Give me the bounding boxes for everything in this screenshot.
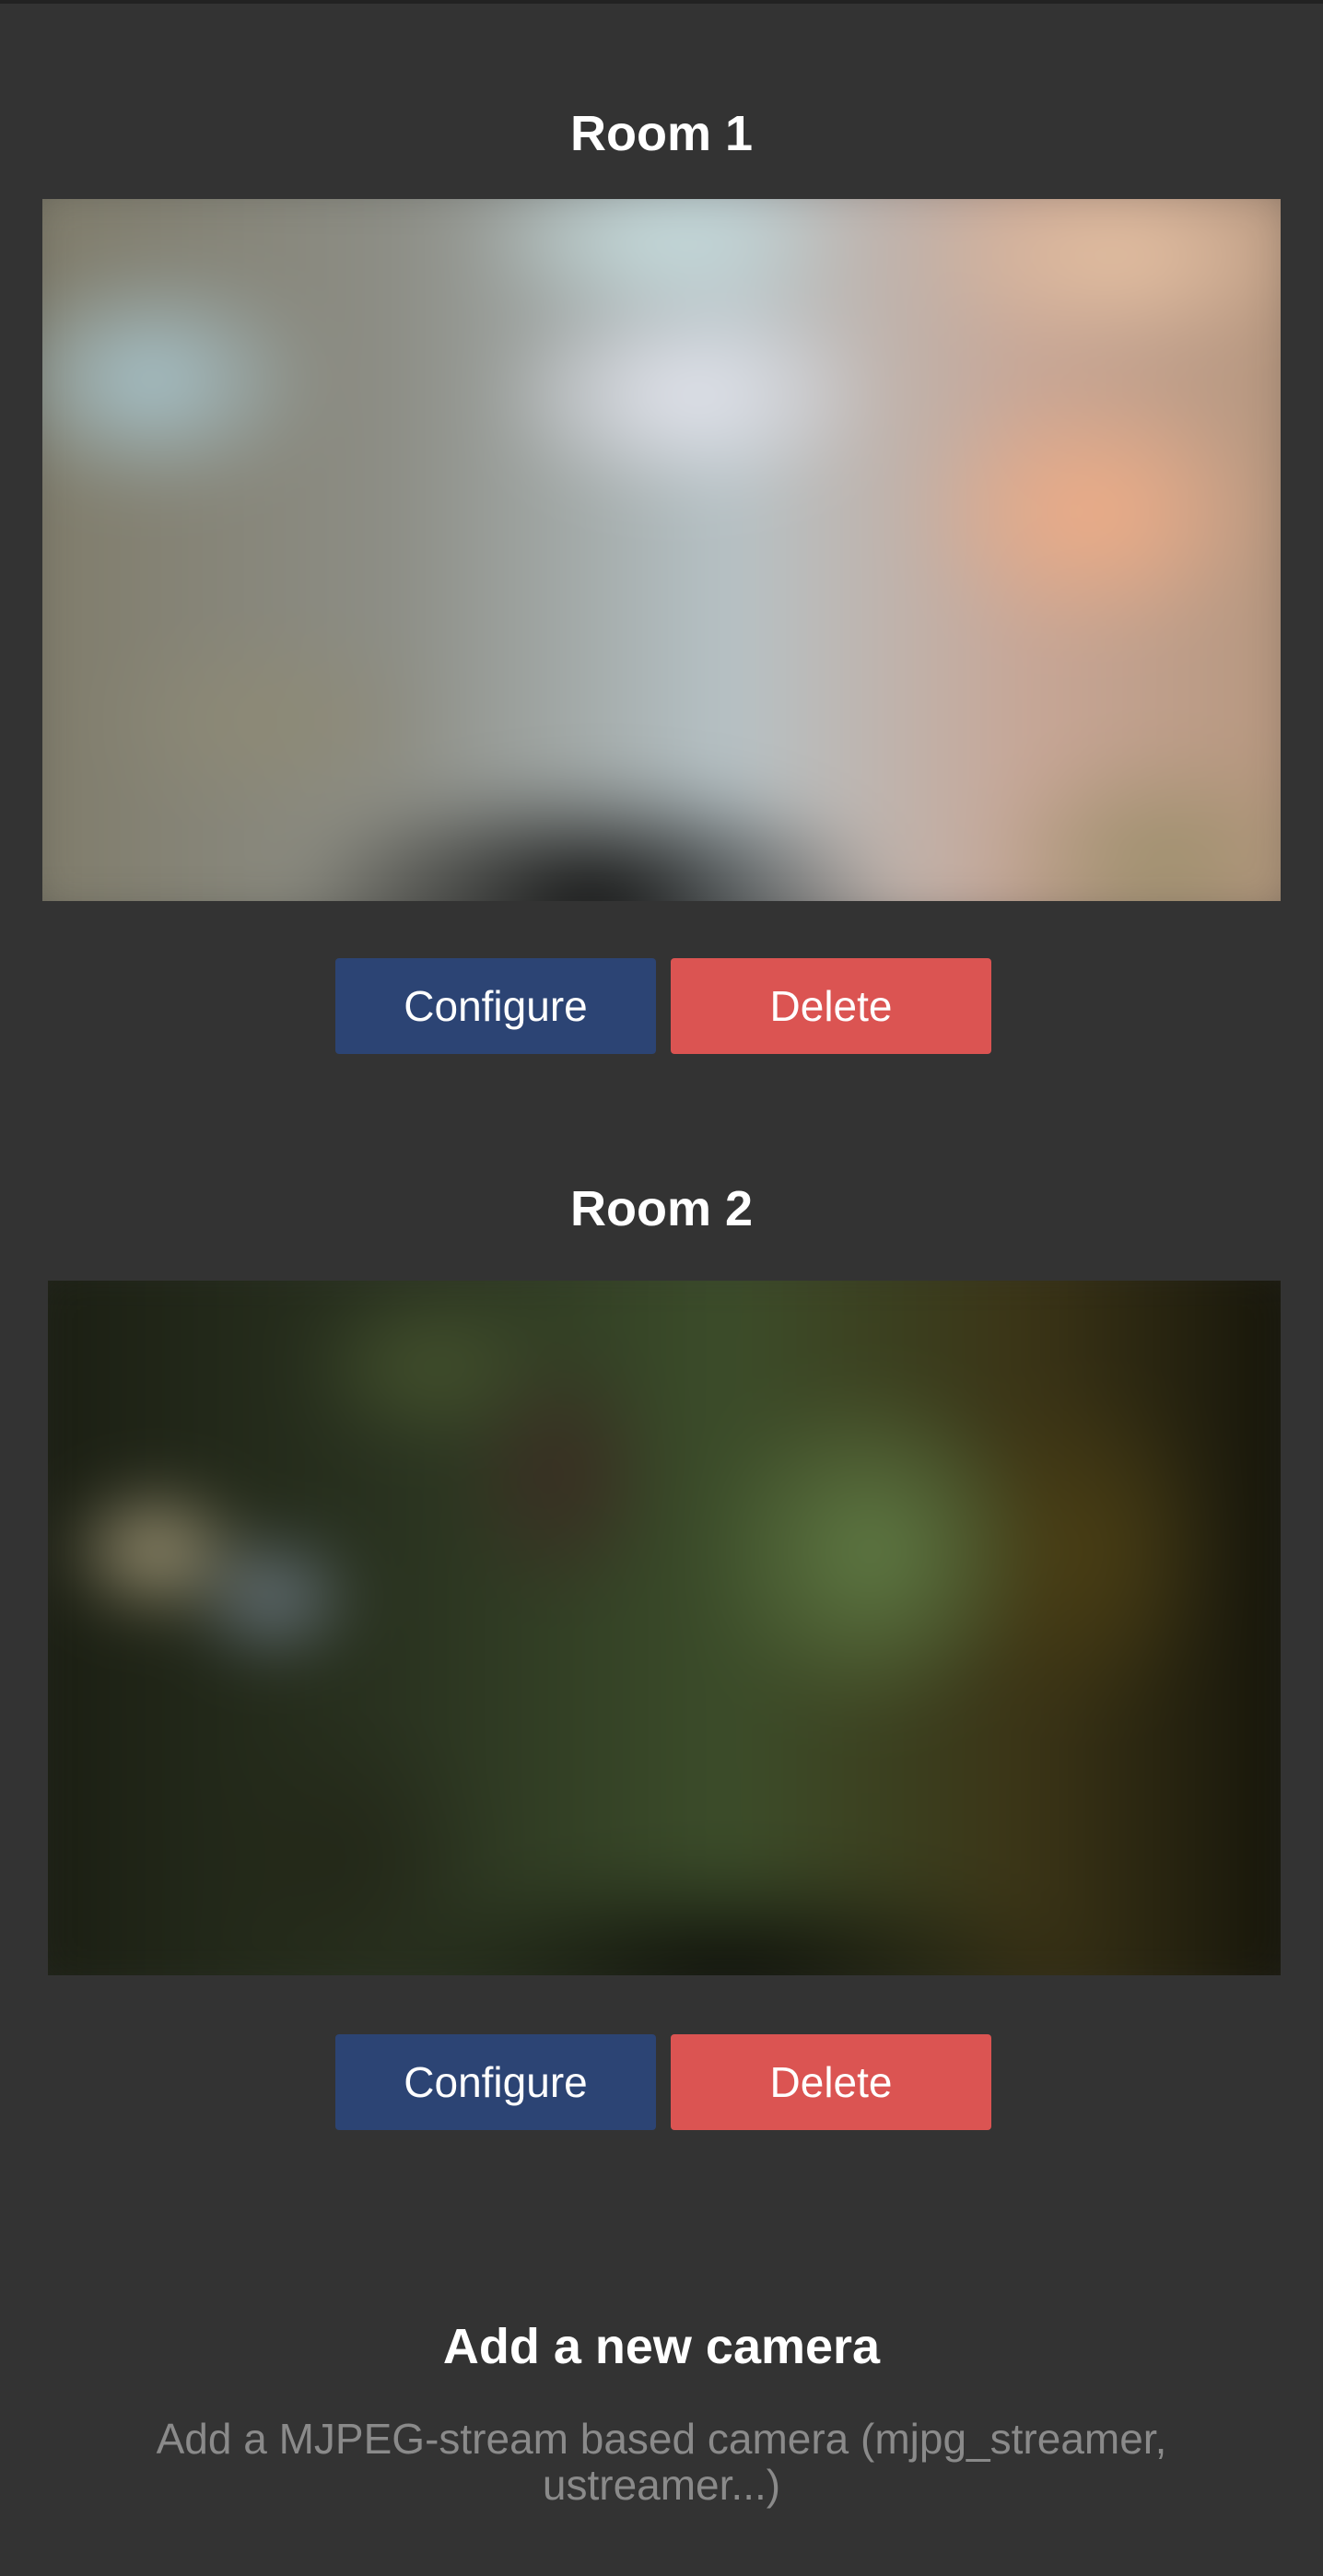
configure-button[interactable]: Configure bbox=[335, 958, 656, 1054]
delete-button[interactable]: Delete bbox=[671, 2034, 991, 2130]
camera-actions: Configure Delete bbox=[0, 958, 1323, 1054]
add-camera-description: Add a MJPEG-stream based camera (mjpg_st… bbox=[156, 2415, 1167, 2509]
configure-button[interactable]: Configure bbox=[335, 2034, 656, 2130]
camera-feed-room-1 bbox=[42, 199, 1281, 901]
camera-title: Room 2 bbox=[569, 1181, 754, 1236]
camera-actions: Configure Delete bbox=[0, 2034, 1323, 2130]
camera-title: Room 1 bbox=[569, 106, 754, 161]
delete-button[interactable]: Delete bbox=[671, 958, 991, 1054]
add-camera-title[interactable]: Add a new camera bbox=[0, 2316, 1323, 2377]
camera-list-page: Room 1 Configure Delete Room 2 Configure… bbox=[0, 0, 1323, 2576]
camera-feed-room-2 bbox=[48, 1281, 1281, 1975]
